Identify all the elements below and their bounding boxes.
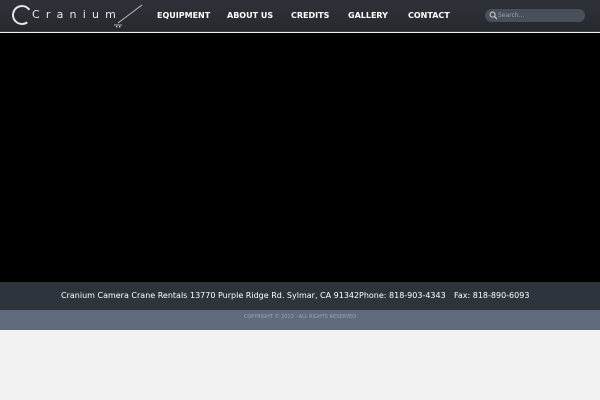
company-fax: Fax: 818-890-6093 xyxy=(454,291,530,300)
site-header: Cranium EQUIPMENT ABOUT US CREDITS GALLE… xyxy=(0,0,600,32)
search-input[interactable] xyxy=(498,9,582,22)
company-address: 13770 Purple Ridge Rd. Sylmar, CA 91342 xyxy=(190,291,360,300)
logo-text: Cranium xyxy=(32,8,123,21)
hero-media-area xyxy=(0,33,600,282)
nav-contact[interactable]: CONTACT xyxy=(408,0,450,32)
nav-credits[interactable]: CREDITS xyxy=(291,0,329,32)
logo-c-mark xyxy=(10,3,34,27)
contact-info-bar: Cranium Camera Crane Rentals 13770 Purpl… xyxy=(0,282,600,310)
copyright-text: COPYRIGHT © 2013 · ALL RIGHTS RESERVED xyxy=(243,314,357,320)
nav-about-us[interactable]: ABOUT US xyxy=(227,0,273,32)
crane-logo-icon xyxy=(114,4,143,28)
company-phone: Phone: 818-903-4343 xyxy=(359,291,446,300)
copyright-bar: COPYRIGHT © 2013 · ALL RIGHTS RESERVED xyxy=(0,310,600,330)
nav-gallery[interactable]: GALLERY xyxy=(348,0,388,32)
search-box[interactable] xyxy=(485,9,585,22)
nav-equipment[interactable]: EQUIPMENT xyxy=(157,0,210,32)
site-logo[interactable]: Cranium xyxy=(10,3,148,29)
search-icon xyxy=(489,11,498,20)
company-name: Cranium Camera Crane Rentals xyxy=(61,291,188,300)
